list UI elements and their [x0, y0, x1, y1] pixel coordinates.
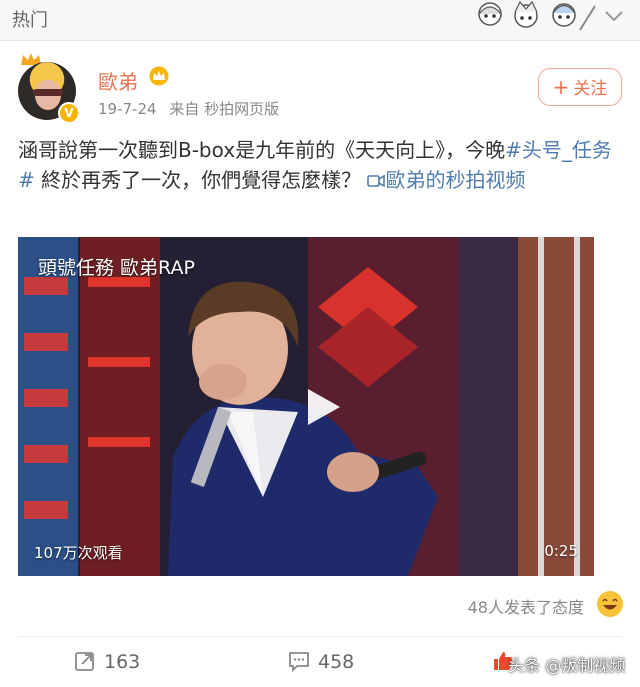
video-title: 頭號任務 歐弟RAP	[38, 257, 195, 279]
post-source[interactable]: 来自 秒拍网页版	[169, 100, 279, 118]
play-icon[interactable]	[306, 387, 342, 427]
divider	[18, 636, 622, 637]
video-link[interactable]: 歐弟的秒拍视频	[367, 168, 525, 192]
follow-label: 关注	[573, 79, 608, 99]
repost-count: 163	[104, 651, 141, 673]
chevron-down-icon[interactable]	[602, 6, 626, 26]
comment-button[interactable]: 458	[288, 650, 354, 676]
laugh-emoji-icon[interactable]	[596, 590, 624, 618]
video-duration: 0:25	[544, 542, 578, 560]
author-avatar[interactable]: V	[16, 52, 80, 124]
cartoon-banner-illustration	[478, 0, 596, 31]
reaction-summary[interactable]: 48人发表了态度	[468, 594, 584, 618]
post-date: 19-7-24	[98, 100, 157, 118]
repost-icon	[75, 652, 94, 671]
author-name[interactable]: 歐弟	[98, 66, 138, 95]
video-link-text: 歐弟的秒拍视频	[385, 168, 526, 192]
follow-button[interactable]: + 关注	[538, 68, 622, 106]
video-link-icon	[367, 174, 386, 188]
verified-badge-icon: V	[58, 102, 80, 124]
section-title: 热门	[12, 10, 48, 31]
post-text-body: 涵哥說第一次聽到B-box是九年前的《天天向上》，今晚	[18, 138, 506, 162]
top-bar: 热门	[0, 0, 640, 41]
video-view-count: 107万次观看	[34, 544, 123, 562]
post-text-tail: 終於再秀了一次，你們覺得怎麼樣？	[34, 168, 368, 192]
post-text: 涵哥說第一次聽到B-box是九年前的《天天向上》，今晚#头号_任务# 終於再秀了…	[18, 135, 624, 195]
comment-count: 458	[318, 651, 355, 673]
video-player[interactable]: 頭號任務 歐弟RAP 107万次观看 0:25	[18, 237, 594, 576]
repost-button[interactable]: 163	[74, 650, 140, 676]
watermark: 头条 @叛制视频	[508, 656, 626, 675]
post-meta: 19-7-24 来自 秒拍网页版	[98, 98, 287, 119]
comment-icon	[289, 652, 309, 672]
plus-icon: +	[552, 75, 570, 99]
crown-icon	[149, 66, 169, 86]
